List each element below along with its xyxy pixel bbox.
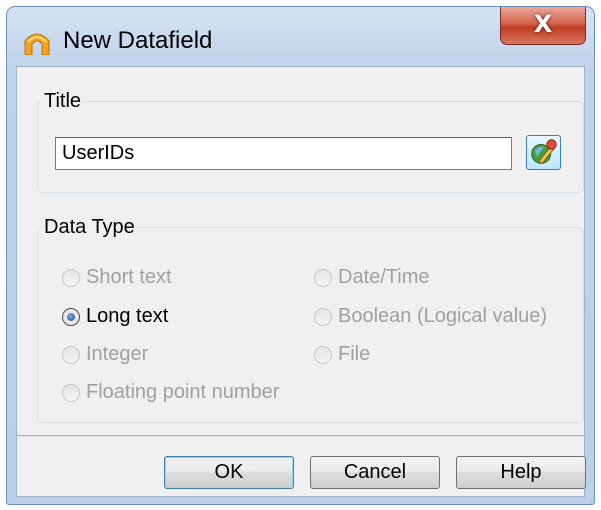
edit-title-button[interactable] xyxy=(526,135,561,170)
radio-label: File xyxy=(338,343,371,365)
app-logo-icon xyxy=(24,33,50,55)
button-bar: OK Cancel Help xyxy=(16,436,586,497)
radio-circle xyxy=(314,345,332,364)
close-button[interactable]: X xyxy=(500,7,586,45)
radio-label: Integer xyxy=(86,343,149,365)
radio-date-time[interactable]: Date/Time xyxy=(314,266,430,289)
radio-label: Boolean (Logical value) xyxy=(338,305,548,327)
dialog-body: Title Data Type Short text Long text Int… xyxy=(16,66,585,436)
radio-short-text[interactable]: Short text xyxy=(62,266,172,289)
radio-file[interactable]: File xyxy=(314,343,370,366)
radio-label: Floating point number xyxy=(86,381,280,403)
ok-button[interactable]: OK xyxy=(164,456,294,489)
title-group-label: Title xyxy=(44,90,82,112)
radio-circle xyxy=(62,268,80,287)
radio-circle xyxy=(314,268,332,287)
help-button[interactable]: Help xyxy=(456,456,586,489)
title-input[interactable] xyxy=(55,137,512,170)
title-bar[interactable]: New Datafield X xyxy=(7,7,594,75)
radio-circle xyxy=(314,307,332,326)
data-type-group-label: Data Type xyxy=(44,216,135,238)
radio-label: Short text xyxy=(86,266,172,288)
radio-boolean[interactable]: Boolean (Logical value) xyxy=(314,305,547,328)
dialog-window: New Datafield X Title Data Type Short te… xyxy=(6,6,595,505)
radio-floating-point[interactable]: Floating point number xyxy=(62,381,279,404)
close-icon: X xyxy=(533,10,553,38)
edit-pencil-icon xyxy=(531,139,557,164)
radio-circle xyxy=(62,383,80,402)
cancel-button[interactable]: Cancel xyxy=(310,456,440,489)
radio-integer[interactable]: Integer xyxy=(62,343,148,366)
window-title: New Datafield xyxy=(63,27,213,54)
radio-label: Long text xyxy=(86,305,169,327)
radio-circle xyxy=(62,345,80,364)
radio-label: Date/Time xyxy=(338,266,430,288)
radio-long-text[interactable]: Long text xyxy=(62,305,168,328)
radio-circle-selected xyxy=(62,307,80,326)
